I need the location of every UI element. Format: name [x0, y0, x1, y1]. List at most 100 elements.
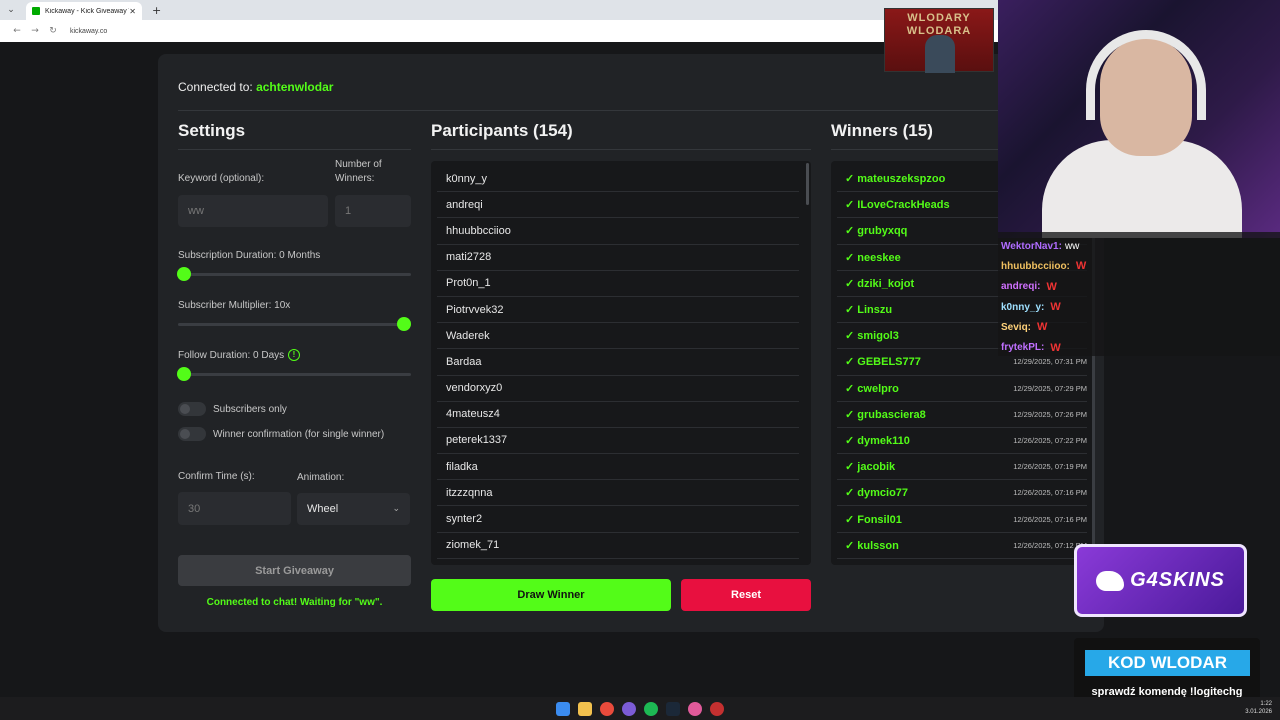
- draw-winner-button[interactable]: Draw Winner: [431, 579, 671, 611]
- participant-row: itzzzqnna: [437, 480, 799, 507]
- headphones-icon: [1086, 30, 1206, 120]
- file-explorer-icon[interactable]: [578, 701, 592, 716]
- kick-favicon-icon: [32, 7, 40, 15]
- connected-label: Connected to:: [178, 80, 253, 94]
- winners-count-input[interactable]: 1: [335, 195, 411, 227]
- winner-date: 12/29/2025, 07:29 PM: [1013, 383, 1087, 393]
- confirm-time-input[interactable]: 30: [178, 492, 291, 525]
- spotify-icon[interactable]: [644, 701, 658, 716]
- steam-icon[interactable]: [666, 701, 680, 716]
- promo-code-title: KOD WLODAR: [1085, 650, 1250, 676]
- participant-row: 4mateusz4: [437, 402, 799, 428]
- winner-name: ✓ GEBELS777: [845, 356, 921, 369]
- discord-icon[interactable]: [622, 701, 636, 716]
- winner-row: ✓ cwelpro 12/29/2025, 07:29 PM: [837, 376, 1087, 402]
- subscribers-only-label: Subscribers only: [213, 404, 287, 415]
- chat-message: hhuubbcciioo: W: [1001, 256, 1277, 276]
- participant-row: vendorxyz0: [437, 376, 799, 402]
- participant-row: filadka: [437, 454, 799, 481]
- chat-message: k0nny_y: W: [1001, 297, 1277, 317]
- winner-date: 12/26/2025, 07:16 PM: [1013, 488, 1087, 498]
- participant-row: peterek1337: [437, 428, 799, 455]
- winner-date: 12/26/2025, 07:19 PM: [1013, 462, 1087, 472]
- browser-tab[interactable]: Kickaway - Kick Giveaway Tool ✕: [26, 2, 142, 20]
- winner-name: ✓ kulsson: [845, 539, 899, 552]
- winner-date: 12/26/2025, 07:22 PM: [1013, 435, 1087, 445]
- winner-row: ✓ dymek110 12/26/2025, 07:22 PM: [837, 428, 1087, 455]
- participant-row: Prot0n_1: [437, 271, 799, 297]
- participants-divider: [431, 149, 811, 150]
- winner-row: ✓ dymcio77 12/26/2025, 07:16 PM: [837, 480, 1087, 507]
- chat-message: Seviq: W: [1001, 317, 1277, 337]
- chat-user: WektorNav1:: [1001, 240, 1062, 252]
- poster-image: WLODARY WLODARA: [884, 8, 994, 73]
- participants-list[interactable]: k0nny_y andreqi hhuubbcciioo mati2728 Prot0n…: [431, 161, 811, 565]
- new-tab-icon[interactable]: +: [152, 4, 161, 17]
- taskbar: [0, 697, 1280, 720]
- chat-user: frytekPL:: [1001, 342, 1045, 354]
- animation-label: Animation:: [297, 472, 345, 483]
- close-tab-icon[interactable]: ✕: [129, 7, 136, 16]
- chat-text: W: [1037, 321, 1048, 334]
- chat-message: frytekPL: W: [1001, 337, 1277, 357]
- chat-message: WektorNav1: ww: [1001, 236, 1277, 256]
- participant-row: andreqi: [437, 192, 799, 219]
- winner-confirmation-label: Winner confirmation (for single winner): [213, 429, 385, 440]
- participant-row: Waderek: [437, 323, 799, 350]
- sub-multiplier-slider[interactable]: [178, 323, 411, 326]
- browser-icon[interactable]: [688, 701, 702, 716]
- participants-scrollbar[interactable]: [806, 163, 809, 205]
- winner-name: ✓ dymek110: [845, 434, 910, 447]
- url-field[interactable]: kickaway.co: [70, 28, 107, 35]
- reset-button[interactable]: Reset: [681, 579, 811, 611]
- participant-row: Bardaa: [437, 349, 799, 376]
- winner-row: ✓ jacobik 12/26/2025, 07:19 PM: [837, 454, 1087, 481]
- winner-row: ✓ Fonsil01 12/26/2025, 07:16 PM: [837, 506, 1087, 533]
- participant-row: k0nny_y: [437, 166, 799, 193]
- sponsor-banner: G4SKINS: [1074, 544, 1247, 617]
- winner-row: ✓ grubasciera8 12/29/2025, 07:26 PM: [837, 402, 1087, 428]
- chat-text: W: [1050, 301, 1061, 314]
- winner-name: ✓ dymcio77: [845, 487, 909, 500]
- connection-status: Connected to: achtenwlodar: [178, 80, 333, 94]
- participant-row: ziomek_71: [437, 533, 799, 559]
- subscribers-only-toggle[interactable]: [178, 402, 206, 416]
- back-icon[interactable]: ←: [8, 26, 26, 36]
- keyword-input[interactable]: ww: [178, 195, 328, 227]
- start-giveaway-button[interactable]: Start Giveaway: [178, 555, 411, 586]
- follow-duration-label: Follow Duration: 0 Days: [178, 350, 285, 361]
- follow-duration-slider[interactable]: [178, 373, 411, 376]
- stream-chat-overlay: WektorNav1: ww hhuubbcciioo: Wandreqi: Wk0nn…: [998, 232, 1280, 356]
- sub-multiplier-label: Subscriber Multiplier: 10x: [178, 300, 291, 311]
- system-clock: 1:22 3.01.2026: [1245, 700, 1272, 716]
- reload-icon[interactable]: ↻: [44, 26, 62, 36]
- sub-duration-knob[interactable]: [177, 267, 191, 281]
- sub-multiplier-knob[interactable]: [397, 317, 411, 331]
- follow-duration-knob[interactable]: [177, 367, 191, 381]
- start-menu-icon[interactable]: [556, 701, 570, 716]
- toggle-thumb: [180, 429, 190, 439]
- chat-message: andreqi: W: [1001, 277, 1277, 297]
- winner-row: ✓ kulsson 12/26/2025, 07:12 PM: [837, 533, 1087, 559]
- webcam-feed: [998, 0, 1280, 238]
- chat-text: W: [1046, 280, 1057, 293]
- info-icon[interactable]: !: [288, 349, 300, 361]
- winners-count-label-1: Number of: [335, 159, 382, 170]
- participants-title: Participants (154): [431, 121, 573, 140]
- obs-icon[interactable]: [710, 701, 724, 716]
- winner-name: ✓ cwelpro: [845, 382, 899, 395]
- chevron-down-icon: ⌄: [392, 504, 400, 514]
- chat-status: Connected to chat! Waiting for "ww".: [206, 597, 383, 608]
- chrome-icon[interactable]: [600, 701, 614, 716]
- sub-duration-slider[interactable]: [178, 273, 411, 276]
- confirm-time-label: Confirm Time (s):: [178, 471, 255, 482]
- winner-confirmation-toggle[interactable]: [178, 427, 206, 441]
- animation-select[interactable]: Wheel ⌄: [297, 493, 410, 525]
- channel-name: achtenwlodar: [256, 80, 334, 94]
- tab-list-chevron-icon[interactable]: ⌄: [4, 3, 18, 17]
- clock-time: 1:22: [1260, 701, 1272, 707]
- toggle-thumb: [180, 404, 190, 414]
- winner-name: ✓ Fonsil01: [845, 513, 902, 526]
- chat-text: W: [1075, 260, 1087, 273]
- forward-icon[interactable]: →: [26, 26, 44, 36]
